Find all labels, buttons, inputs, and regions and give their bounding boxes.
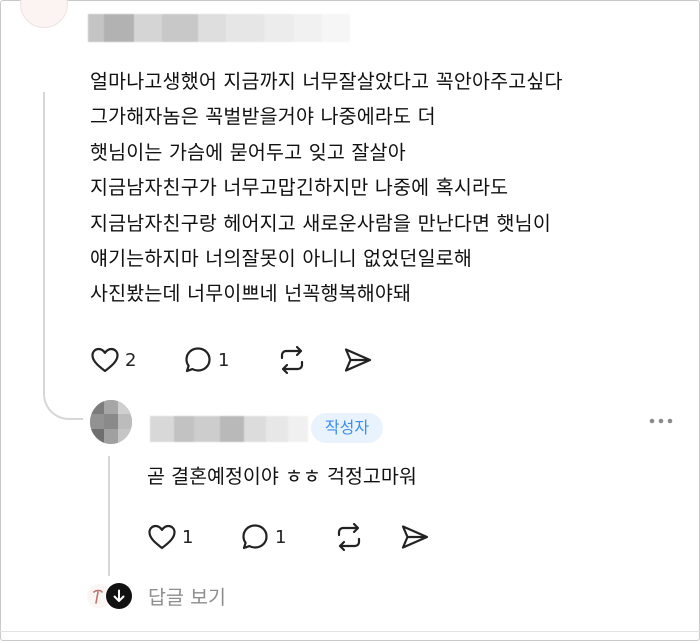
like-button[interactable]: 1 xyxy=(147,521,240,553)
reply-button[interactable]: 1 xyxy=(240,521,333,553)
repost-icon xyxy=(337,522,361,552)
reply-body: 곧 결혼예정이야 ㅎㅎ 걱정고마워 xyxy=(147,465,417,488)
author-badge: 작성자 xyxy=(311,413,383,443)
view-replies-link[interactable]: 답글 보기 xyxy=(148,583,226,613)
like-button[interactable]: 2 xyxy=(90,344,183,376)
thread-connector-line xyxy=(43,92,83,420)
repost-icon xyxy=(280,345,304,375)
comment-action-bar: 2 1 xyxy=(90,344,374,376)
comment-line: 얘기는하지마 너의잘못이 아니니 없었던일로해 xyxy=(90,247,472,271)
like-count: 2 xyxy=(125,349,137,371)
more-dots-icon[interactable] xyxy=(647,409,675,433)
reply-count: 1 xyxy=(218,349,230,371)
like-count: 1 xyxy=(182,526,194,548)
reply-author-name-blurred[interactable] xyxy=(150,416,308,442)
repost-button[interactable] xyxy=(333,521,399,553)
reply-thread-line xyxy=(108,456,110,576)
commenter-name-blurred[interactable] xyxy=(88,14,350,42)
reply-count: 1 xyxy=(275,526,287,548)
speech-bubble-icon xyxy=(185,347,211,373)
send-icon xyxy=(401,525,429,549)
share-button[interactable] xyxy=(342,344,374,376)
comment-body: 얼마나고생했어 지금까지 너무잘살았다고 꼭안아주고싶다 그가해자놈은 꼭벌받을… xyxy=(90,64,690,312)
heart-icon xyxy=(91,347,119,373)
reply-action-bar: 1 1 xyxy=(147,521,431,553)
speech-bubble-icon xyxy=(242,524,268,550)
comment-line: 지금남자친구랑 헤어지고 새로운사람을 만난다면 햇님이 xyxy=(90,211,551,235)
arrow-down-icon[interactable] xyxy=(106,583,132,609)
comment-line: 사진봤는데 너무이쁘네 넌꼭행복해야돼 xyxy=(90,282,412,306)
repost-button[interactable] xyxy=(276,344,342,376)
share-button[interactable] xyxy=(399,521,431,553)
divider xyxy=(0,631,700,632)
comment-line: 그가해자놈은 꼭벌받을거야 나중에라도 더 xyxy=(90,105,436,129)
heart-icon xyxy=(148,524,176,550)
send-icon xyxy=(344,348,372,372)
reply-button[interactable]: 1 xyxy=(183,344,276,376)
comment-line: 햇님이는 가슴에 묻어두고 잊고 잘살아 xyxy=(90,140,406,164)
comment-line: 지금남자친구가 너무고맙긴하지만 나중에 혹시라도 xyxy=(90,176,509,200)
reply-author-avatar[interactable] xyxy=(90,400,132,444)
comment-line: 얼마나고생했어 지금까지 너무잘살았다고 꼭안아주고싶다 xyxy=(90,70,563,93)
